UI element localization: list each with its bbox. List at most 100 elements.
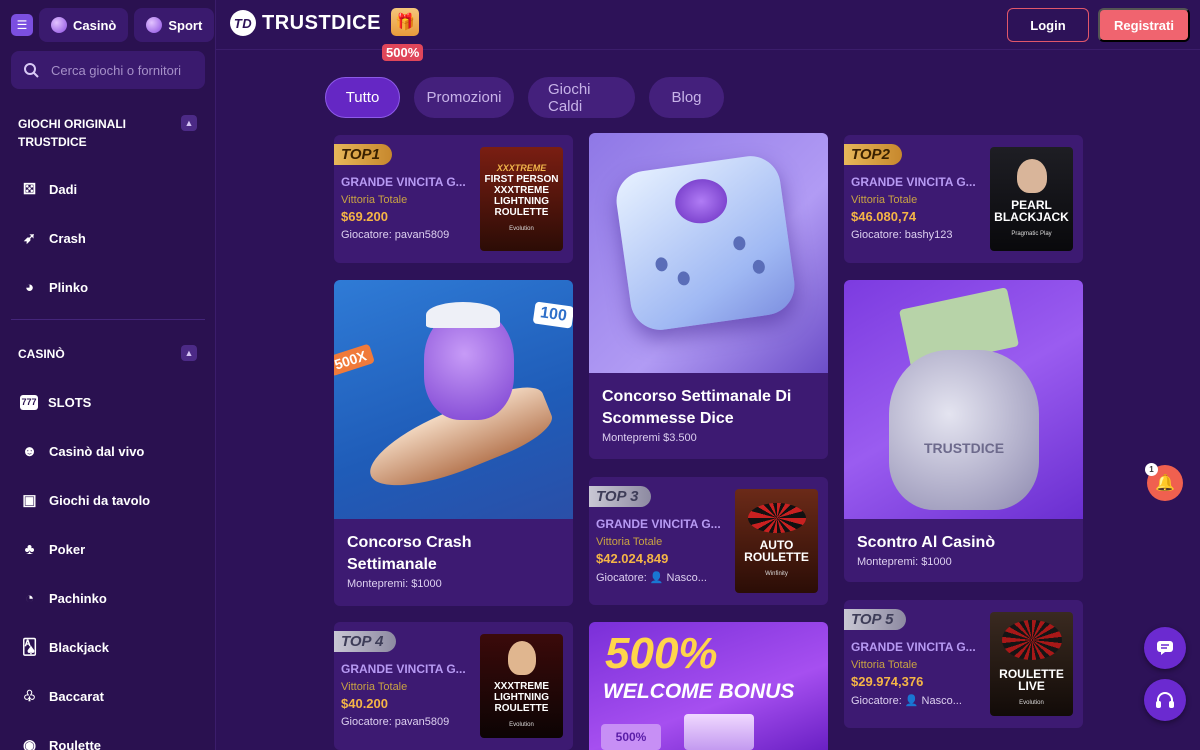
chat-icon[interactable]	[1144, 627, 1186, 669]
thumb-provider: Evolution	[509, 722, 534, 728]
rank-badge: TOP 3	[589, 486, 651, 507]
sidebar-item-label: Plinko	[49, 279, 89, 295]
win-title: GRANDE VINCITA G...	[341, 662, 466, 676]
promo-card-crash[interactable]: 100 500X Concorso Crash Settimanale Mont…	[334, 280, 573, 606]
top-header: TD TRUSTDICE 🎁 500% Login Registrati	[216, 0, 1200, 61]
casino-tab[interactable]: Casinò	[39, 8, 129, 42]
sidebar-item-pachinko[interactable]: ◔ Pachinko	[20, 585, 107, 611]
sidebar-item-label: Pachinko	[49, 590, 107, 606]
game-thumbnail[interactable]: PEARL BLACKJACK Pragmatic Play	[990, 147, 1073, 251]
promo-card-casino[interactable]: TRUSTDICE Scontro Al Casinò Montepremi: …	[844, 280, 1083, 582]
sidebar-item-label: Giochi da tavolo	[49, 492, 151, 508]
dealer-portrait	[1016, 158, 1047, 193]
sidebar-item-roulette[interactable]: ◉ Roulette	[20, 732, 101, 750]
trustdice-logo[interactable]: TD TRUSTDICE	[230, 10, 381, 36]
sidebar-item-poker[interactable]: ♣ Poker	[20, 536, 86, 562]
rank-badge: TOP 4	[334, 631, 396, 652]
chevron-up-icon[interactable]: ▲	[181, 345, 197, 361]
gift-icon[interactable]: 🎁	[391, 8, 419, 36]
gift-box-graphic	[684, 714, 754, 750]
win-player: Giocatore: pavan5809	[341, 716, 450, 728]
promo-subtitle: Montepremi $3.500	[602, 432, 697, 444]
win-amount: $69.200	[341, 209, 388, 224]
promo-title: Concorso Settimanale Di Scommesse Dice	[602, 388, 792, 427]
dice-icon: ⚄	[22, 181, 37, 198]
sidebar-item-dadi[interactable]: ⚄ Dadi	[20, 176, 77, 202]
chevron-up-icon[interactable]: ▲	[181, 115, 197, 131]
win-subtitle: Vittoria Totale	[851, 194, 918, 206]
win-title: GRANDE VINCITA G...	[851, 640, 976, 654]
casino-section-header[interactable]: CASINÒ ▲	[18, 345, 197, 363]
big-win-card[interactable]: TOP 4 GRANDE VINCITA G... Vittoria Total…	[334, 622, 573, 750]
cards-icon: 🂡	[21, 639, 38, 656]
win-amount: $42.024,849	[596, 551, 669, 566]
dice-promo-image	[589, 133, 828, 373]
big-win-card[interactable]: TOP2 GRANDE VINCITA G... Vittoria Totale…	[844, 135, 1083, 263]
bag-label: TRUSTDICE	[923, 440, 1005, 456]
promo-card-dice[interactable]: Concorso Settimanale Di Scommesse Dice M…	[589, 133, 828, 459]
sidebar-item-label: Dadi	[49, 181, 78, 197]
beanie-graphic	[426, 302, 500, 328]
sidebar-item-plinko[interactable]: ◕ Plinko	[20, 274, 88, 300]
login-button[interactable]: Login	[1007, 8, 1089, 42]
sport-tab-label: Sport	[168, 17, 203, 33]
sidebar-item-table-games[interactable]: ▣ Giochi da tavolo	[20, 487, 150, 513]
tab-tutto[interactable]: Tutto	[325, 77, 400, 118]
tab-promozioni[interactable]: Promozioni	[414, 77, 514, 118]
thumb-brand: XXXTREME	[496, 163, 547, 173]
win-amount: $29.974,376	[851, 674, 924, 689]
sidebar-item-crash[interactable]: ➶ Crash	[20, 225, 86, 251]
thumb-provider: Winfinity	[765, 570, 788, 577]
win-player: Giocatore: pavan5809	[341, 229, 450, 241]
promo-title: Concorso Crash Settimanale	[347, 534, 472, 573]
notification-bell-icon[interactable]: 🔔 1	[1145, 463, 1183, 501]
chat-bubble-icon	[1157, 641, 1173, 655]
menu-toggle-icon[interactable]: ☰	[11, 14, 33, 36]
sidebar-item-label: Casinò dal vivo	[49, 443, 145, 459]
game-thumbnail[interactable]: XXXTREME FIRST PERSON XXXTREME LIGHTNING…	[480, 147, 563, 251]
bird-mascot-icon	[672, 175, 730, 227]
sidebar-item-label: Baccarat	[49, 688, 104, 704]
win-amount: $46.080,74	[851, 209, 917, 224]
sidebar-item-baccarat[interactable]: ♧ Baccarat	[20, 683, 104, 709]
search-input[interactable]: Cerca giochi o fornitori	[11, 51, 205, 89]
win-player: Giocatore: bashy123	[851, 229, 953, 241]
tab-giochi-caldi[interactable]: Giochi Caldi	[528, 77, 635, 118]
sidebar-divider	[11, 319, 205, 320]
support-headset-icon[interactable]	[1144, 679, 1186, 721]
thumb-title: PEARL BLACKJACK	[994, 197, 1069, 224]
casino-heading: CASINÒ	[18, 347, 65, 361]
sport-tab[interactable]: Sport	[134, 8, 215, 42]
rank-badge: TOP1	[334, 144, 392, 165]
win-subtitle: Vittoria Totale	[341, 194, 408, 206]
big-win-card[interactable]: TOP 5 GRANDE VINCITA G... Vittoria Total…	[844, 600, 1083, 728]
promo-subtitle: Montepremi: $1000	[857, 556, 952, 568]
logo-mark-icon: TD	[230, 10, 256, 36]
win-subtitle: Vittoria Totale	[341, 681, 408, 693]
rank-badge: TOP 5	[844, 609, 906, 630]
register-button[interactable]: Registrati	[1098, 8, 1190, 42]
bonus-badge[interactable]: 500%	[382, 44, 424, 61]
category-tabs: Tutto Promozioni Giochi Caldi Blog	[325, 77, 724, 118]
promo-card-welcome[interactable]: 500% WELCOME BONUS 500%	[589, 622, 828, 750]
sidebar-item-blackjack[interactable]: 🂡 Blackjack	[20, 634, 109, 660]
rocket-icon: ➶	[23, 230, 36, 247]
sidebar-item-label: Crash	[49, 230, 86, 246]
plinko-icon: ◕	[24, 278, 35, 296]
big-win-card[interactable]: TOP1 GRANDE VINCITA G... Vittoria Totale…	[334, 135, 573, 263]
sidebar-item-slots[interactable]: 777 SLOTS	[20, 389, 91, 415]
big-win-card[interactable]: TOP 3 GRANDE VINCITA G... Vittoria Total…	[589, 477, 828, 605]
win-title: GRANDE VINCITA G...	[341, 175, 466, 189]
sidebar-item-live-casino[interactable]: ☻ Casinò dal vivo	[20, 438, 145, 464]
bonus-ticket: 500%	[601, 724, 661, 750]
tab-blog[interactable]: Blog	[649, 77, 724, 118]
rank-badge: TOP2	[844, 144, 902, 165]
game-thumbnail[interactable]: ROULETTE LIVE Evolution	[990, 612, 1073, 716]
notification-count: 1	[1145, 463, 1158, 476]
promo-title: Scontro Al Casinò	[857, 534, 996, 551]
originals-section-header[interactable]: GIOCHI ORIGINALI TRUSTDICE ▲	[18, 115, 197, 151]
casino-ball-icon	[51, 17, 67, 33]
sidebar-item-label: SLOTS	[48, 394, 92, 410]
game-thumbnail[interactable]: XXXTREME LIGHTNING ROULETTE Evolution	[480, 634, 563, 738]
game-thumbnail[interactable]: AUTO ROULETTE Winfinity	[735, 489, 818, 593]
